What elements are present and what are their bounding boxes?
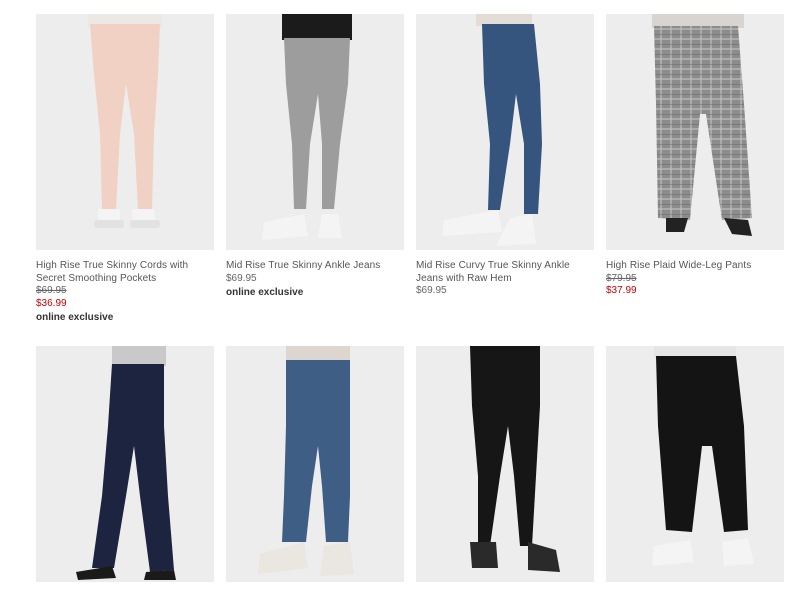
original-price: $69.95 (36, 285, 67, 296)
product-name[interactable]: Mid Rise Curvy True Skinny Ankle Jeans w… (416, 260, 594, 285)
skinny-jeans-photo (262, 14, 352, 240)
product-card[interactable]: Mid Rise Curvy True Skinny Ankle Jeans w… (416, 14, 594, 298)
product-name[interactable]: High Rise Plaid Wide-Leg Pants (606, 260, 784, 273)
skinny-pants-photo (88, 14, 162, 228)
product-card[interactable] (226, 346, 404, 582)
product-name[interactable]: Mid Rise True Skinny Ankle Jeans (226, 260, 404, 273)
product-grid: High Rise True Skinny Cords with Secret … (0, 0, 800, 594)
product-card[interactable]: Mid Rise True Skinny Ankle Jeans $69.95 … (226, 14, 404, 299)
online-exclusive-badge: online exclusive (226, 287, 304, 298)
product-name[interactable]: High Rise True Skinny Cords with Secret … (36, 260, 214, 285)
flare-pants-photo (76, 346, 176, 580)
product-card[interactable] (606, 346, 784, 582)
product-image[interactable] (226, 14, 404, 250)
wide-crop-pants-photo (652, 346, 754, 566)
plaid-wide-leg-photo (652, 14, 752, 236)
price: $69.95 (416, 285, 447, 296)
product-card[interactable]: High Rise Plaid Wide-Leg Pants $79.95 $3… (606, 14, 784, 298)
product-card[interactable]: High Rise True Skinny Cords with Secret … (36, 14, 214, 324)
product-card[interactable] (36, 346, 214, 582)
curvy-jeans-photo (442, 14, 542, 246)
sale-price: $36.99 (36, 297, 67, 309)
product-image[interactable] (36, 346, 214, 582)
product-image[interactable] (606, 346, 784, 582)
sale-price: $37.99 (606, 285, 637, 296)
product-card[interactable] (416, 346, 594, 582)
online-exclusive-badge: online exclusive (36, 312, 114, 323)
product-image[interactable] (416, 14, 594, 250)
product-image[interactable] (226, 346, 404, 582)
product-image[interactable] (606, 14, 784, 250)
price: $69.95 (226, 272, 257, 284)
straight-jeans-photo (258, 346, 354, 576)
original-price: $79.95 (606, 272, 637, 284)
product-image[interactable] (36, 14, 214, 250)
product-image[interactable] (416, 346, 594, 582)
leggings-photo (470, 346, 560, 572)
